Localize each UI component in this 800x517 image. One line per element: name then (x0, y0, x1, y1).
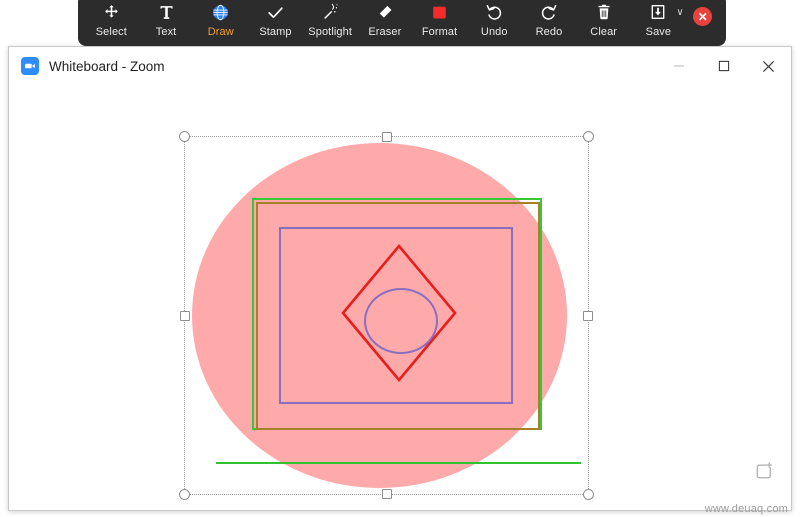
add-page-icon[interactable] (751, 458, 777, 484)
zoom-camera-icon (21, 57, 39, 75)
close-icon[interactable] (746, 47, 791, 85)
resize-handle-top-left[interactable] (179, 131, 190, 142)
annotation-close-button[interactable]: ✕ (686, 0, 720, 42)
tool-label: Select (95, 26, 127, 38)
red-square-icon (430, 1, 449, 23)
eraser-icon (375, 1, 394, 23)
resize-handle-bottom-left[interactable] (179, 489, 190, 500)
close-x-icon: ✕ (693, 7, 713, 26)
tool-undo[interactable]: Undo (467, 0, 522, 42)
whiteboard-canvas[interactable] (9, 85, 791, 510)
tool-label: Eraser (368, 26, 402, 38)
tool-label: Redo (535, 26, 563, 38)
trash-can-icon (595, 1, 613, 23)
tool-label: Undo (480, 26, 508, 38)
tool-draw[interactable]: Draw (193, 0, 248, 42)
tool-label: Stamp (259, 26, 292, 38)
tool-spotlight[interactable]: Spotlight (303, 0, 358, 42)
whiteboard-window: Whiteboard - Zoom (8, 46, 792, 511)
tool-label: Spotlight (308, 26, 353, 38)
resize-handle-middle-left[interactable] (180, 310, 190, 321)
chevron-down-icon[interactable]: ∨ (676, 8, 683, 18)
tool-text[interactable]: Text (139, 0, 194, 42)
draw-globe-icon (211, 1, 230, 23)
annotation-toolbar: Select Text Draw Stamp Spotlight Eraser … (78, 0, 726, 46)
tool-label: Clear (590, 26, 618, 38)
resize-handle-bottom-center[interactable] (381, 489, 392, 499)
resize-handle-bottom-right[interactable] (583, 489, 594, 500)
minimize-icon[interactable] (656, 47, 701, 85)
tool-clear[interactable]: Clear (576, 0, 631, 42)
page-title: Whiteboard - Zoom (49, 58, 165, 74)
tool-label: Format (421, 26, 458, 38)
resize-handle-top-right[interactable] (583, 131, 594, 142)
tool-eraser[interactable]: Eraser (358, 0, 413, 42)
selection-bounding-box[interactable] (179, 131, 594, 500)
tool-stamp[interactable]: Stamp (248, 0, 303, 42)
tool-save[interactable]: ∨ Save (631, 0, 686, 42)
checkmark-icon (266, 1, 285, 23)
window-titlebar[interactable]: Whiteboard - Zoom (9, 47, 791, 86)
tool-format[interactable]: Format (412, 0, 467, 42)
magic-wand-icon (321, 1, 339, 23)
tool-label: Text (155, 26, 177, 38)
window-controls (656, 47, 791, 85)
undo-arrow-icon (485, 1, 504, 23)
tool-label: Save (645, 26, 672, 38)
redo-arrow-icon (539, 1, 558, 23)
resize-handle-middle-right[interactable] (583, 310, 593, 321)
text-t-icon (158, 1, 175, 23)
tool-redo[interactable]: Redo (522, 0, 577, 42)
move-arrows-icon (103, 1, 120, 23)
tool-select[interactable]: Select (84, 0, 139, 42)
maximize-icon[interactable] (701, 47, 746, 85)
save-download-icon (649, 1, 667, 23)
resize-handle-top-center[interactable] (381, 132, 392, 142)
watermark: www.deuaq.com (704, 503, 788, 515)
tool-label: Draw (207, 26, 234, 38)
